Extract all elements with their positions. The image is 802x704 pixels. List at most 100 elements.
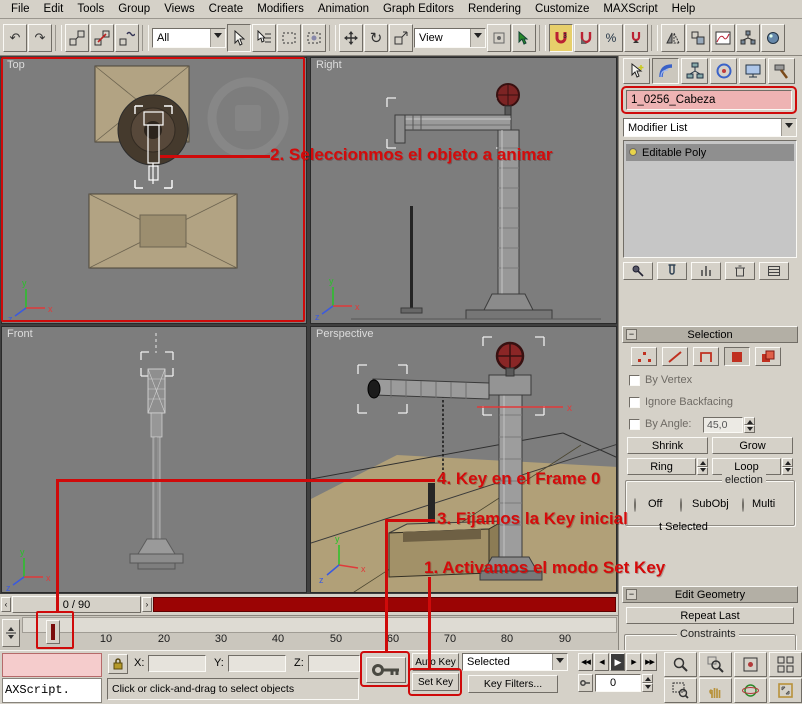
key-mode-toggle-button[interactable] — [578, 674, 593, 692]
vertex-subobject-button[interactable] — [631, 347, 657, 366]
zoom-all-button[interactable] — [699, 652, 732, 677]
select-and-move-button[interactable] — [339, 24, 363, 52]
menu-animation[interactable]: Animation — [311, 3, 376, 15]
frame-spinner[interactable] — [642, 674, 653, 692]
z-coord-field[interactable] — [308, 655, 360, 672]
edit-geometry-rollout-header[interactable]: − Edit Geometry — [622, 586, 798, 603]
remove-modifier-button[interactable] — [725, 262, 755, 280]
menu-customize[interactable]: Customize — [528, 3, 596, 15]
maxscript-listener[interactable]: AXScript. — [2, 678, 102, 703]
reference-coordinate-dropdown[interactable]: View — [414, 28, 486, 48]
menu-modifiers[interactable]: Modifiers — [250, 3, 311, 15]
preview-subobj-radio[interactable] — [680, 498, 682, 512]
zoom-button[interactable] — [664, 652, 697, 677]
snaps-toggle-button[interactable]: 3 — [549, 24, 573, 52]
align-button[interactable] — [686, 24, 710, 52]
x-coord-field[interactable] — [148, 655, 206, 672]
viewport-front-label[interactable]: Front — [7, 328, 33, 340]
rectangular-selection-button[interactable] — [277, 24, 301, 52]
bind-to-spacewarp-button[interactable] — [115, 24, 139, 52]
mirror-button[interactable] — [661, 24, 685, 52]
next-frame-button[interactable]: ▶ — [626, 653, 641, 671]
ring-spinner[interactable] — [697, 458, 708, 475]
preview-off-radio[interactable] — [634, 498, 636, 512]
percent-snap-button[interactable]: % — [599, 24, 623, 52]
make-unique-button[interactable] — [691, 262, 721, 280]
angle-snap-button[interactable] — [574, 24, 598, 52]
pin-stack-button[interactable] — [623, 262, 653, 280]
ignore-backfacing-checkbox[interactable] — [629, 397, 640, 408]
zoom-extents-all-button[interactable] — [769, 652, 802, 677]
loop-button[interactable]: Loop — [712, 458, 781, 475]
zoom-region-button[interactable] — [664, 678, 697, 703]
select-by-name-button[interactable] — [252, 24, 276, 52]
previous-frame-button[interactable]: ◀ — [594, 653, 609, 671]
viewport-front[interactable]: Front y x — [1, 326, 307, 593]
menu-edit[interactable]: Edit — [37, 3, 71, 15]
y-coord-field[interactable] — [228, 655, 286, 672]
by-vertex-checkbox[interactable] — [629, 375, 640, 386]
maxscript-macro-recorder[interactable] — [2, 653, 102, 677]
ring-button[interactable]: Ring — [627, 458, 696, 475]
element-subobject-button[interactable] — [755, 347, 781, 366]
menu-graph-editors[interactable]: Graph Editors — [376, 3, 461, 15]
tab-hierarchy[interactable] — [681, 58, 708, 84]
selection-lock-button[interactable] — [108, 654, 128, 674]
track-bar-band[interactable] — [22, 617, 617, 633]
selection-set-dropdown[interactable]: Selected — [462, 653, 568, 671]
spinner-snap-button[interactable] — [624, 24, 648, 52]
menu-help[interactable]: Help — [665, 3, 703, 15]
modifier-stack[interactable]: Editable Poly — [623, 140, 797, 258]
zoom-extents-button[interactable] — [734, 652, 767, 677]
curve-editor-button[interactable] — [711, 24, 735, 52]
menu-group[interactable]: Group — [111, 3, 157, 15]
repeat-last-button[interactable]: Repeat Last — [626, 607, 794, 624]
viewport-right-label[interactable]: Right — [316, 59, 342, 71]
use-pivot-center-button[interactable] — [487, 24, 511, 52]
tab-display[interactable] — [739, 58, 766, 84]
time-slider-left-arrow[interactable]: ‹ — [1, 597, 11, 612]
loop-spinner[interactable] — [782, 458, 793, 475]
grow-button[interactable]: Grow — [712, 437, 793, 454]
selection-filter-dropdown[interactable]: All — [152, 28, 226, 48]
redo-button[interactable]: ↷ — [28, 24, 52, 52]
current-frame-field[interactable]: 0 — [595, 674, 641, 692]
tab-utilities[interactable] — [768, 58, 795, 84]
configure-modifier-sets-button[interactable] — [759, 262, 789, 280]
shrink-button[interactable]: Shrink — [627, 437, 708, 454]
by-angle-spinner[interactable] — [744, 417, 755, 433]
tab-create[interactable] — [623, 58, 650, 84]
unlink-button[interactable] — [90, 24, 114, 52]
menu-file[interactable]: File — [4, 3, 37, 15]
edge-subobject-button[interactable] — [662, 347, 688, 366]
key-filters-button[interactable]: Key Filters... — [468, 675, 558, 693]
by-angle-field[interactable]: 45,0 — [703, 417, 743, 433]
viewport-right[interactable]: Right — [310, 57, 617, 324]
preview-multi-radio[interactable] — [742, 498, 744, 512]
pan-button[interactable] — [699, 678, 732, 703]
menu-tools[interactable]: Tools — [70, 3, 111, 15]
select-and-link-button[interactable] — [65, 24, 89, 52]
track-bar[interactable]: 10 20 30 40 50 60 70 80 90 — [0, 615, 618, 650]
stack-item-editable-poly[interactable]: Editable Poly — [626, 144, 794, 161]
viewport-perspective[interactable]: Perspective — [310, 326, 617, 593]
show-end-result-button[interactable] — [657, 262, 687, 280]
by-angle-checkbox[interactable] — [629, 419, 640, 430]
selection-rollout-header[interactable]: − Selection — [622, 326, 798, 343]
menu-create[interactable]: Create — [202, 3, 251, 15]
tab-modify[interactable] — [652, 58, 679, 84]
schematic-view-button[interactable] — [736, 24, 760, 52]
go-to-start-button[interactable]: ◀◀ — [578, 653, 593, 671]
material-editor-button[interactable] — [761, 24, 785, 52]
viewport-perspective-label[interactable]: Perspective — [316, 328, 373, 340]
select-and-scale-button[interactable] — [389, 24, 413, 52]
open-mini-curve-editor-button[interactable] — [2, 619, 20, 647]
arc-rotate-button[interactable] — [734, 678, 767, 703]
undo-button[interactable]: ↶ — [3, 24, 27, 52]
tab-motion[interactable] — [710, 58, 737, 84]
go-to-end-button[interactable]: ▶▶ — [642, 653, 657, 671]
stack-bulb-icon[interactable] — [629, 148, 637, 156]
select-and-manipulate-button[interactable] — [512, 24, 536, 52]
window-crossing-button[interactable] — [302, 24, 326, 52]
time-slider-right-arrow[interactable]: › — [142, 597, 152, 612]
